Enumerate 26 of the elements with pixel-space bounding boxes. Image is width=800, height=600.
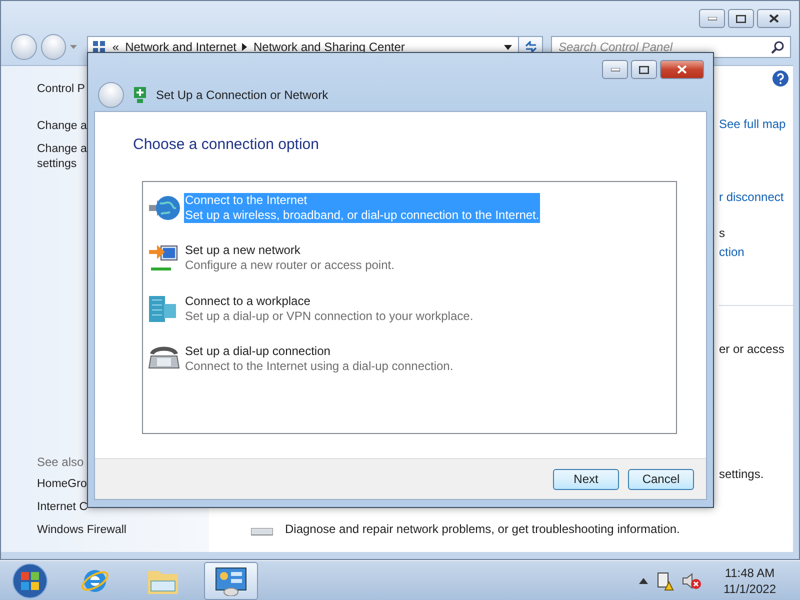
- overflow-chevron[interactable]: «: [112, 40, 120, 54]
- troubleshoot-link[interactable]: Diagnose and repair network problems, or get troubleshooting information.: [285, 522, 680, 536]
- sidebar-link[interactable]: HomeGro: [37, 477, 87, 492]
- clock-time[interactable]: 11:48 AM: [724, 564, 775, 580]
- sidebar-link[interactable]: Windows Firewall: [37, 523, 126, 538]
- link[interactable]: r disconnect: [719, 190, 784, 205]
- sidebar-link[interactable]: Change a: [37, 119, 87, 134]
- connection-option[interactable]: Connect to a workplace Set up a dial-up or VPN connection to your workplace.: [184, 294, 474, 324]
- link[interactable]: ction: [719, 245, 744, 260]
- cancel-button[interactable]: Cancel: [628, 468, 694, 490]
- description-text: s: [719, 226, 725, 241]
- sidebar-link[interactable]: Change a settings: [37, 142, 87, 172]
- description-text: er or access: [719, 342, 784, 357]
- next-button[interactable]: Next: [553, 468, 619, 490]
- connection-option[interactable]: Set up a new network Configure a new router or access point.: [184, 243, 396, 273]
- see-also-heading: See also: [37, 455, 85, 469]
- link[interactable]: See full map: [719, 117, 786, 132]
- description-text: settings.: [719, 467, 764, 482]
- page-heading: Choose a connection option: [133, 136, 320, 153]
- sidebar-link[interactable]: Internet C: [37, 500, 88, 515]
- clock-date[interactable]: 11/1/2022: [724, 580, 776, 596]
- breadcrumb[interactable]: Network and Sharing Center: [253, 40, 405, 54]
- connection-option[interactable]: Set up a dial-up connection Connect to the Internet using a dial-up connection.: [184, 344, 454, 374]
- breadcrumb[interactable]: Network and Internet: [125, 40, 236, 54]
- sidebar-link[interactable]: Control P: [37, 82, 85, 97]
- window-title: Set Up a Connection or Network: [156, 88, 328, 102]
